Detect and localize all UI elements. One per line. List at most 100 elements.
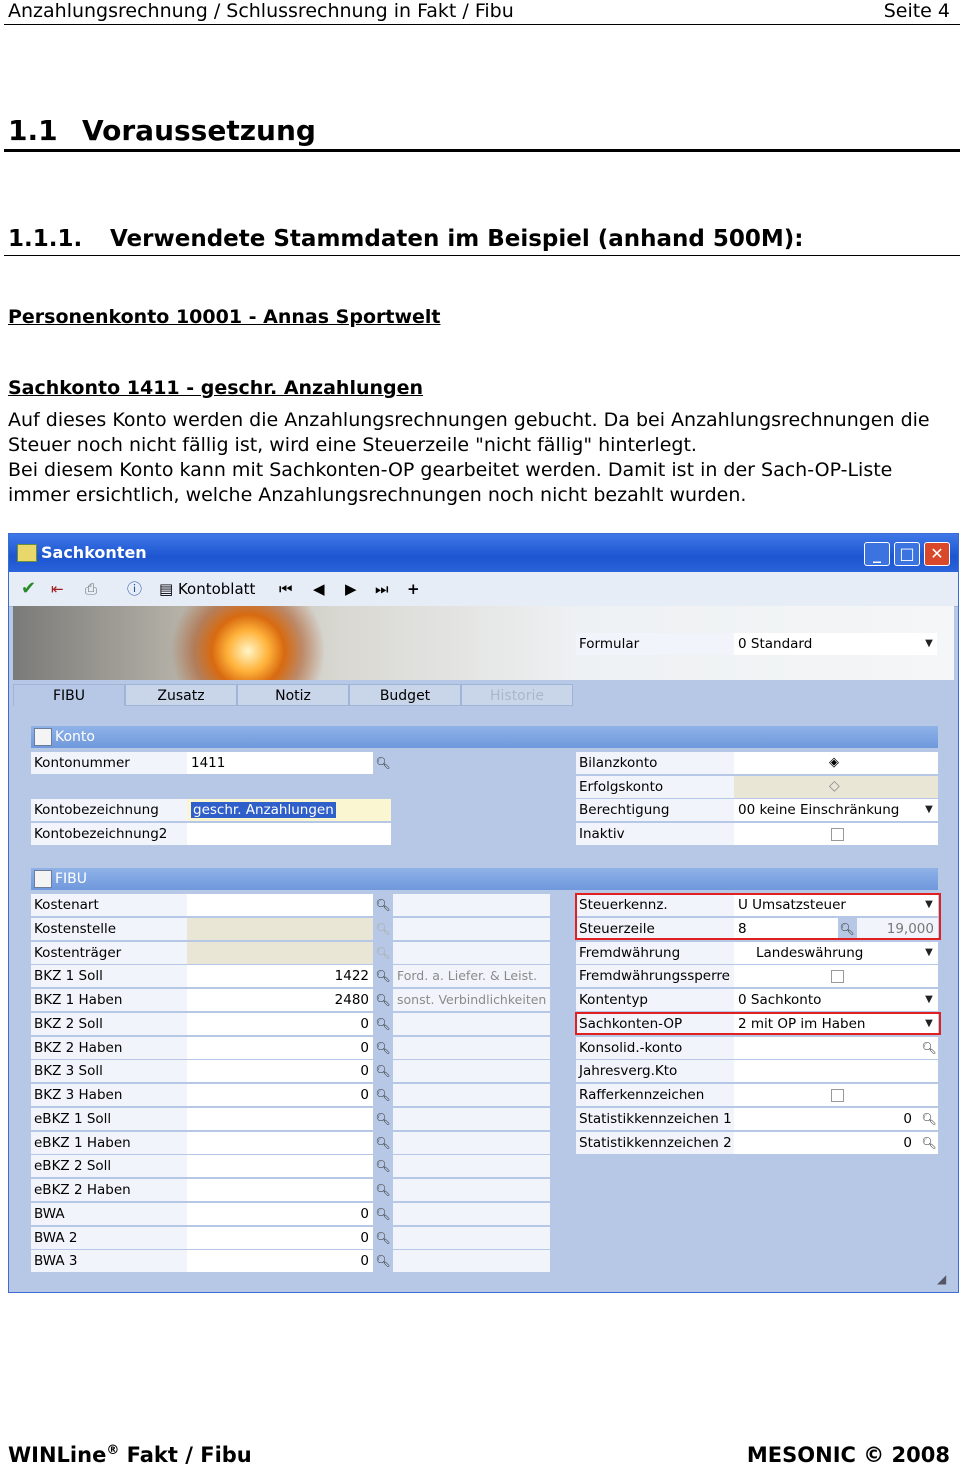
kontentyp-field[interactable]: 0 Sachkonto <box>734 989 938 1011</box>
banner-flare <box>163 606 333 680</box>
close-icon[interactable]: ✕ <box>924 542 950 566</box>
kontentyp-dropdown-icon[interactable]: ▼ <box>921 990 937 1010</box>
maximize-icon[interactable]: □ <box>894 542 920 566</box>
bwa-3-search-icon[interactable]: 🔍︎ <box>375 1253 391 1269</box>
previous-record-icon[interactable]: ◀ <box>313 577 325 601</box>
bkz-3-soll-field[interactable]: 0 <box>187 1060 373 1082</box>
kostenart-label: Kostenart <box>31 894 187 916</box>
statistikkennzeichen-1-search-icon[interactable]: 🔍︎ <box>921 1111 937 1127</box>
bkz-2-haben-field[interactable]: 0 <box>187 1037 373 1059</box>
bkz-2-haben-search-icon[interactable]: 🔍︎ <box>375 1040 391 1056</box>
document-header-title: Anzahlungsrechnung / Schlussrechnung in … <box>8 0 514 22</box>
tab-notiz[interactable]: Notiz <box>237 684 349 706</box>
bwa-2-field[interactable]: 0 <box>187 1227 373 1249</box>
ebkz-1-soll-label: eBKZ 1 Soll <box>31 1108 187 1130</box>
tab-historie[interactable]: Historie <box>461 684 573 706</box>
kostentr-ger-search-icon[interactable]: 🔍︎ <box>375 945 391 961</box>
formular-label: Formular <box>576 633 734 655</box>
kostenstelle-label: Kostenstelle <box>31 918 187 940</box>
print-icon[interactable]: ⎙ <box>85 577 97 601</box>
ebkz-1-soll-search-icon[interactable]: 🔍︎ <box>375 1111 391 1127</box>
fremdw-hrung-dropdown-icon[interactable]: ▼ <box>921 943 937 963</box>
ebkz-2-soll-search-icon[interactable]: 🔍︎ <box>375 1158 391 1174</box>
ebkz-2-haben-field[interactable] <box>187 1179 373 1201</box>
ebkz-1-haben-description <box>393 1132 550 1154</box>
fibu-section-icon <box>34 870 52 888</box>
tab-budget[interactable]: Budget <box>349 684 461 706</box>
kontoblatt-button[interactable]: ▤ Kontoblatt <box>159 577 255 601</box>
bkz-1-soll-search-icon[interactable]: 🔍︎ <box>375 968 391 984</box>
bkz-1-soll-label: BKZ 1 Soll <box>31 965 187 987</box>
kontobezeichnung-field[interactable]: geschr. Anzahlungen <box>187 799 391 821</box>
inaktiv-checkbox[interactable] <box>831 828 844 841</box>
first-record-icon[interactable]: ⏮ <box>279 577 293 601</box>
fremdw-hrung-field[interactable]: Landeswährung <box>734 942 938 964</box>
kostentr-ger-field[interactable] <box>187 942 373 964</box>
statistikkennzeichen-2-field[interactable]: 0 <box>734 1132 938 1154</box>
konsolid-konto-field[interactable] <box>734 1037 938 1059</box>
kontobezeichnung-label: Kontobezeichnung <box>31 799 187 821</box>
statistikkennzeichen-2-search-icon[interactable]: 🔍︎ <box>921 1135 937 1151</box>
bkz-3-soll-search-icon[interactable]: 🔍︎ <box>375 1063 391 1079</box>
bwa-search-icon[interactable]: 🔍︎ <box>375 1206 391 1222</box>
heading-2-number: 1.1.1. <box>8 226 83 252</box>
bwa-3-field[interactable]: 0 <box>187 1250 373 1272</box>
tab-bar: FIBU Zusatz Notiz Budget Historie <box>9 684 958 706</box>
ebkz-1-soll-field[interactable] <box>187 1108 373 1130</box>
fremdw-hrungssperre-checkbox[interactable] <box>831 970 844 983</box>
info-icon[interactable]: ⓘ <box>127 577 142 601</box>
last-record-icon[interactable]: ⏭ <box>375 577 389 601</box>
formular-dropdown-icon[interactable]: ▼ <box>921 634 937 654</box>
footer-product: Fakt / Fibu <box>119 1443 252 1467</box>
tab-zusatz[interactable]: Zusatz <box>125 684 237 706</box>
tab-fibu[interactable]: FIBU <box>13 684 125 706</box>
save-check-icon[interactable]: ✔ <box>21 577 36 601</box>
bwa-field[interactable]: 0 <box>187 1203 373 1225</box>
jahresverg-kto-field[interactable] <box>734 1060 938 1082</box>
bkz-2-soll-field[interactable]: 0 <box>187 1013 373 1035</box>
kostenart-search-icon[interactable]: 🔍︎ <box>375 897 391 913</box>
add-record-icon[interactable]: + <box>407 577 420 601</box>
subheading-personenkonto: Personenkonto 10001 - Annas Sportwelt <box>8 306 441 328</box>
fibu-section-header: FIBU <box>31 868 938 890</box>
kontonummer-search-icon[interactable]: 🔍︎ <box>375 755 391 771</box>
bkz-3-haben-search-icon[interactable]: 🔍︎ <box>375 1087 391 1103</box>
minimize-icon[interactable]: _ <box>864 542 890 566</box>
kontoblatt-icon: ▤ <box>159 580 178 598</box>
kostenstelle-field[interactable] <box>187 918 373 940</box>
berechtigung-select[interactable]: 00 keine Einschränkung <box>734 799 938 821</box>
ebkz-2-soll-field[interactable] <box>187 1155 373 1177</box>
bkz-2-soll-label: BKZ 2 Soll <box>31 1013 187 1035</box>
bkz-2-soll-search-icon[interactable]: 🔍︎ <box>375 1016 391 1032</box>
bwa-3-label: BWA 3 <box>31 1250 187 1272</box>
kontentyp-label: Kontentyp <box>576 989 734 1011</box>
bwa-2-search-icon[interactable]: 🔍︎ <box>375 1230 391 1246</box>
kostenstelle-search-icon[interactable]: 🔍︎ <box>375 921 391 937</box>
bkz-1-haben-search-icon[interactable]: 🔍︎ <box>375 992 391 1008</box>
berechtigung-dropdown-icon[interactable]: ▼ <box>921 800 937 820</box>
ebkz-2-haben-search-icon[interactable]: 🔍︎ <box>375 1182 391 1198</box>
bkz-3-haben-field[interactable]: 0 <box>187 1084 373 1106</box>
bkz-1-haben-field[interactable]: 2480 <box>187 989 373 1011</box>
kontobezeichnung2-field[interactable] <box>187 823 391 845</box>
ebkz-1-haben-field[interactable] <box>187 1132 373 1154</box>
exit-icon[interactable]: ⇤ <box>51 577 64 601</box>
ebkz-1-haben-search-icon[interactable]: 🔍︎ <box>375 1135 391 1151</box>
konsolid-konto-search-icon[interactable]: 🔍︎ <box>921 1040 937 1056</box>
next-record-icon[interactable]: ▶ <box>345 577 357 601</box>
kostenart-field[interactable] <box>187 894 373 916</box>
paragraph-1: Auf dieses Konto werden die Anzahlungsre… <box>8 409 930 456</box>
kontonummer-field[interactable]: 1411 <box>187 752 373 774</box>
rafferkennzeichen-checkbox[interactable] <box>831 1089 844 1102</box>
window-titlebar: Sachkonten _ □ ✕ <box>9 534 958 572</box>
formular-select[interactable]: 0 Standard <box>734 633 937 655</box>
erfolgskonto-radio-icon[interactable]: ◇ <box>829 778 840 794</box>
bkz-1-soll-field[interactable]: 1422 <box>187 965 373 987</box>
bkz-2-soll-description <box>393 1013 550 1035</box>
kostenstelle-description <box>393 918 550 940</box>
statistikkennzeichen-1-field[interactable]: 0 <box>734 1108 938 1130</box>
bilanzkonto-radio-icon[interactable]: ◈ <box>829 755 839 770</box>
heading-1: 1.1 Voraussetzung <box>8 114 316 147</box>
app-icon <box>17 544 37 562</box>
resize-grip-icon[interactable]: ◢ <box>937 1272 946 1286</box>
